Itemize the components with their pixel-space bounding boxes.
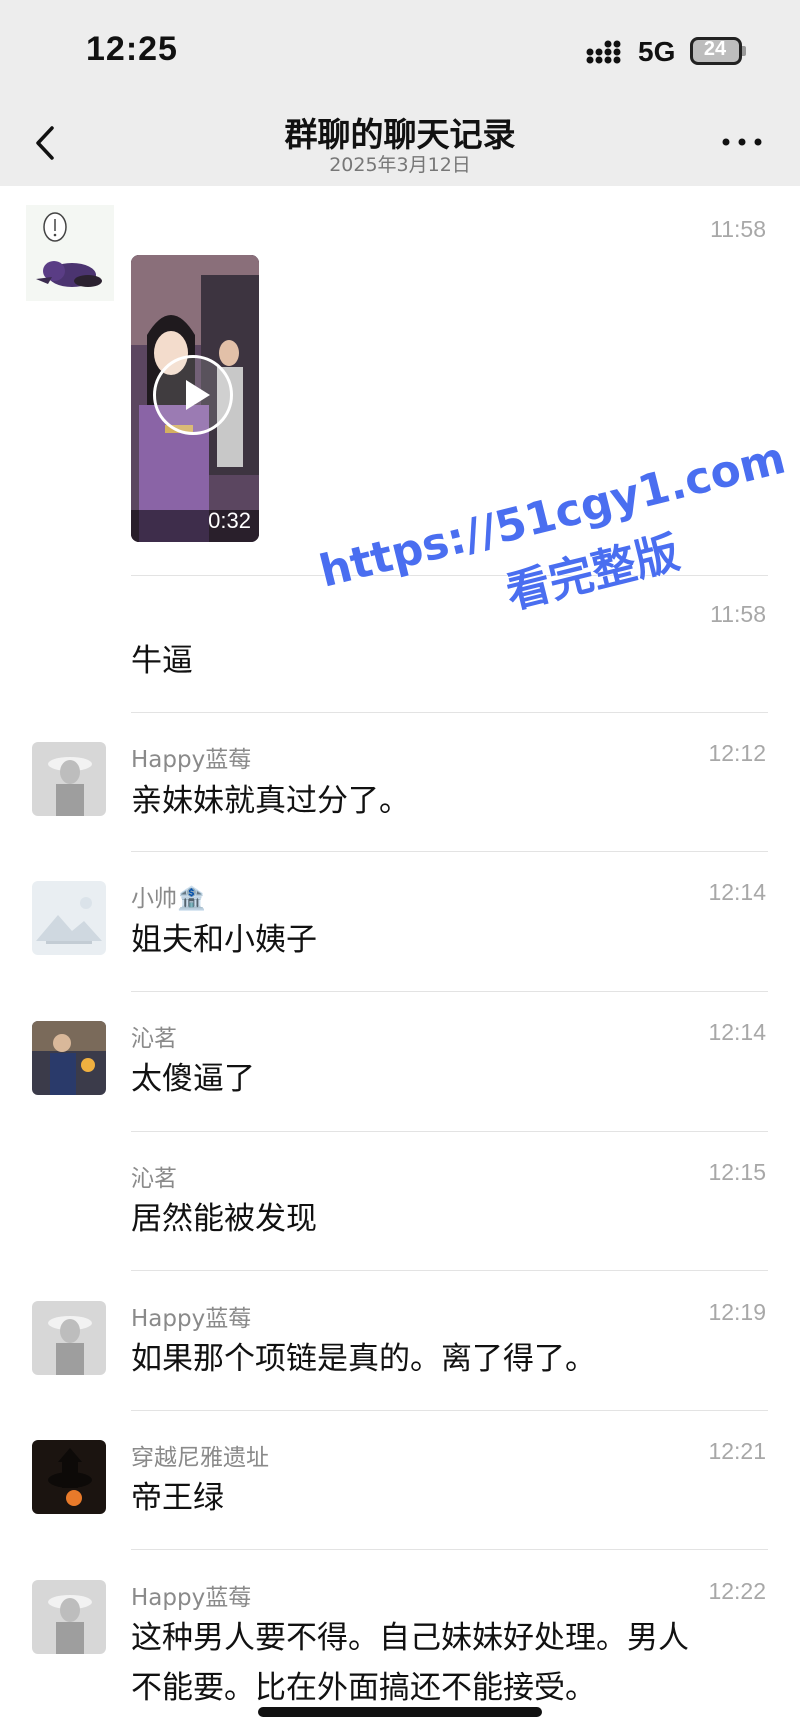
nav-bar: 群聊的聊天记录 2025年3月12日 (0, 100, 800, 186)
message-text: 这种男人要不得。自己妹妹好处理。男人 (131, 1620, 689, 1656)
woman-photo-avatar-icon (32, 1301, 106, 1375)
status-time: 12:25 (86, 30, 178, 68)
mountain-placeholder-avatar-icon (32, 881, 106, 955)
man-photo-avatar-icon (32, 1021, 106, 1095)
divider (131, 851, 768, 852)
avatar[interactable] (26, 205, 114, 301)
message-text: 亲妹妹就真过分了。 (131, 783, 410, 819)
message-sender: 沁茗 (131, 1166, 177, 1192)
message-sender: 穿越尼雅遗址 (131, 1445, 269, 1471)
message-time: 12:22 (708, 1578, 766, 1604)
message-time: 12:19 (708, 1299, 766, 1325)
message-sender: Happy蓝莓 (131, 1585, 252, 1611)
avatar[interactable] (32, 1440, 106, 1514)
status-bar: 12:25 5G 24 (0, 0, 800, 100)
avatar[interactable] (32, 1580, 106, 1654)
video-duration: 0:32 (208, 508, 251, 533)
battery-level: 24 (703, 38, 727, 60)
home-indicator (258, 1707, 542, 1717)
play-icon[interactable] (153, 355, 233, 435)
woman-photo-avatar-icon (32, 742, 106, 816)
message-sender: 小帅🏦 (131, 886, 206, 912)
divider (131, 1549, 768, 1550)
message-sender: 沁茗 (131, 1026, 177, 1052)
divider (131, 712, 768, 713)
divider (131, 1410, 768, 1411)
message-sender: Happy蓝莓 (131, 747, 252, 773)
woman-photo-avatar-icon (32, 1580, 106, 1654)
more-icon[interactable] (720, 134, 764, 150)
message-text: 太傻逼了 (131, 1061, 255, 1097)
avatar[interactable] (32, 1301, 106, 1375)
divider (131, 991, 768, 992)
message-text: 不能要。比在外面搞还不能接受。 (131, 1670, 596, 1706)
sleeping-character-avatar-icon (26, 205, 114, 301)
message-text: 如果那个项链是真的。离了得了。 (131, 1341, 596, 1377)
battery-icon: 24 (690, 37, 742, 65)
divider (131, 1131, 768, 1132)
message-time: 12:12 (708, 740, 766, 766)
network-type: 5G (638, 36, 676, 67)
message-sender: Happy蓝莓 (131, 1306, 252, 1332)
message-time: 12:15 (708, 1159, 766, 1185)
message-time: 12:21 (708, 1438, 766, 1464)
page-title: 群聊的聊天记录 (284, 115, 516, 154)
battery-cap (742, 46, 746, 56)
avatar[interactable] (32, 1021, 106, 1095)
message-text: 居然能被发现 (131, 1201, 317, 1237)
signal-icon (586, 40, 621, 64)
message-time: 11:58 (710, 216, 766, 242)
message-text: 帝王绿 (131, 1480, 224, 1516)
silhouette-sunset-avatar-icon (32, 1440, 106, 1514)
message-time: 12:14 (708, 1019, 766, 1045)
avatar[interactable] (32, 742, 106, 816)
message-time: 11:58 (710, 601, 766, 627)
message-time: 12:14 (708, 879, 766, 905)
page-subtitle: 2025年3月12日 (329, 154, 471, 176)
video-message[interactable]: 0:32 (131, 255, 259, 542)
divider (131, 1270, 768, 1271)
message-text: 姐夫和小姨子 (131, 922, 317, 958)
avatar[interactable] (32, 881, 106, 955)
